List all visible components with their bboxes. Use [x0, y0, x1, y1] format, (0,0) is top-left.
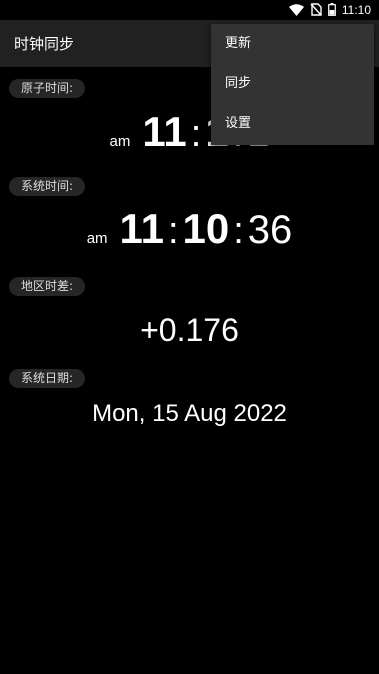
- system-date-value: Mon, 15 Aug 2022: [92, 400, 287, 427]
- atomic-time-label: 原子时间:: [9, 79, 86, 98]
- menu-item-update[interactable]: 更新: [211, 24, 374, 64]
- offset-value: +0.176: [140, 312, 239, 348]
- no-sim-icon: [310, 1, 322, 20]
- battery-icon: [327, 1, 336, 20]
- app-title: 时钟同步: [14, 35, 75, 53]
- system-time-minute: 10: [182, 205, 230, 252]
- overflow-menu: 更新 同步 设置: [211, 24, 374, 145]
- menu-item-sync[interactable]: 同步: [211, 64, 374, 104]
- system-time-label: 系统时间:: [9, 177, 86, 196]
- menu-item-settings[interactable]: 设置: [211, 104, 374, 144]
- system-time-colon: :: [167, 210, 179, 252]
- status-time: 11:10: [341, 3, 371, 17]
- atomic-time-colon: :: [190, 113, 202, 155]
- atomic-time-ampm: am: [109, 133, 131, 150]
- offset-label: 地区时差:: [9, 277, 86, 296]
- system-time-colon-2: :: [233, 210, 244, 252]
- system-time-ampm: am: [86, 230, 108, 247]
- system-time-display: am 11 : 10 : 36: [0, 205, 379, 253]
- system-time-hour: 11: [119, 205, 164, 252]
- status-icons: 11:10: [288, 1, 371, 20]
- system-date-label: 系统日期:: [9, 369, 86, 388]
- wifi-icon: [288, 1, 304, 20]
- system-time-second: 36: [247, 208, 293, 252]
- status-bar: 11:10: [0, 0, 379, 20]
- atomic-time-hour: 11: [142, 108, 187, 155]
